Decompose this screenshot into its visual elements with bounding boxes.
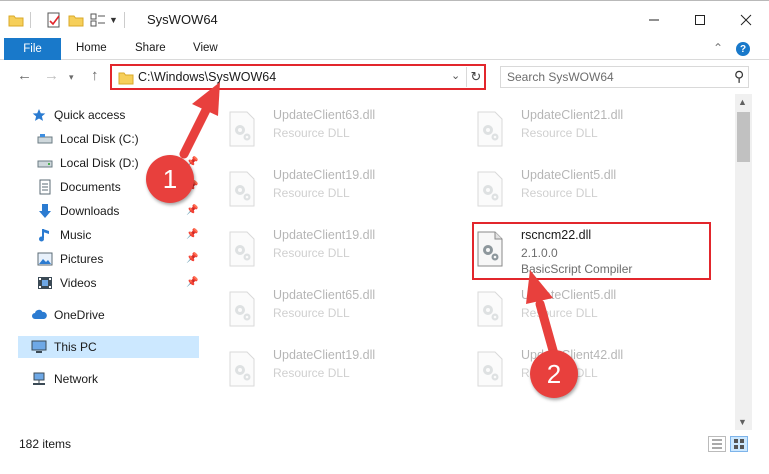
step-1-badge: 1 (146, 155, 194, 203)
annotation-arrows (179, 82, 559, 359)
arrow-step-2 (526, 270, 559, 359)
step-2-badge: 2 (530, 350, 578, 398)
arrow-step-1 (179, 82, 220, 159)
